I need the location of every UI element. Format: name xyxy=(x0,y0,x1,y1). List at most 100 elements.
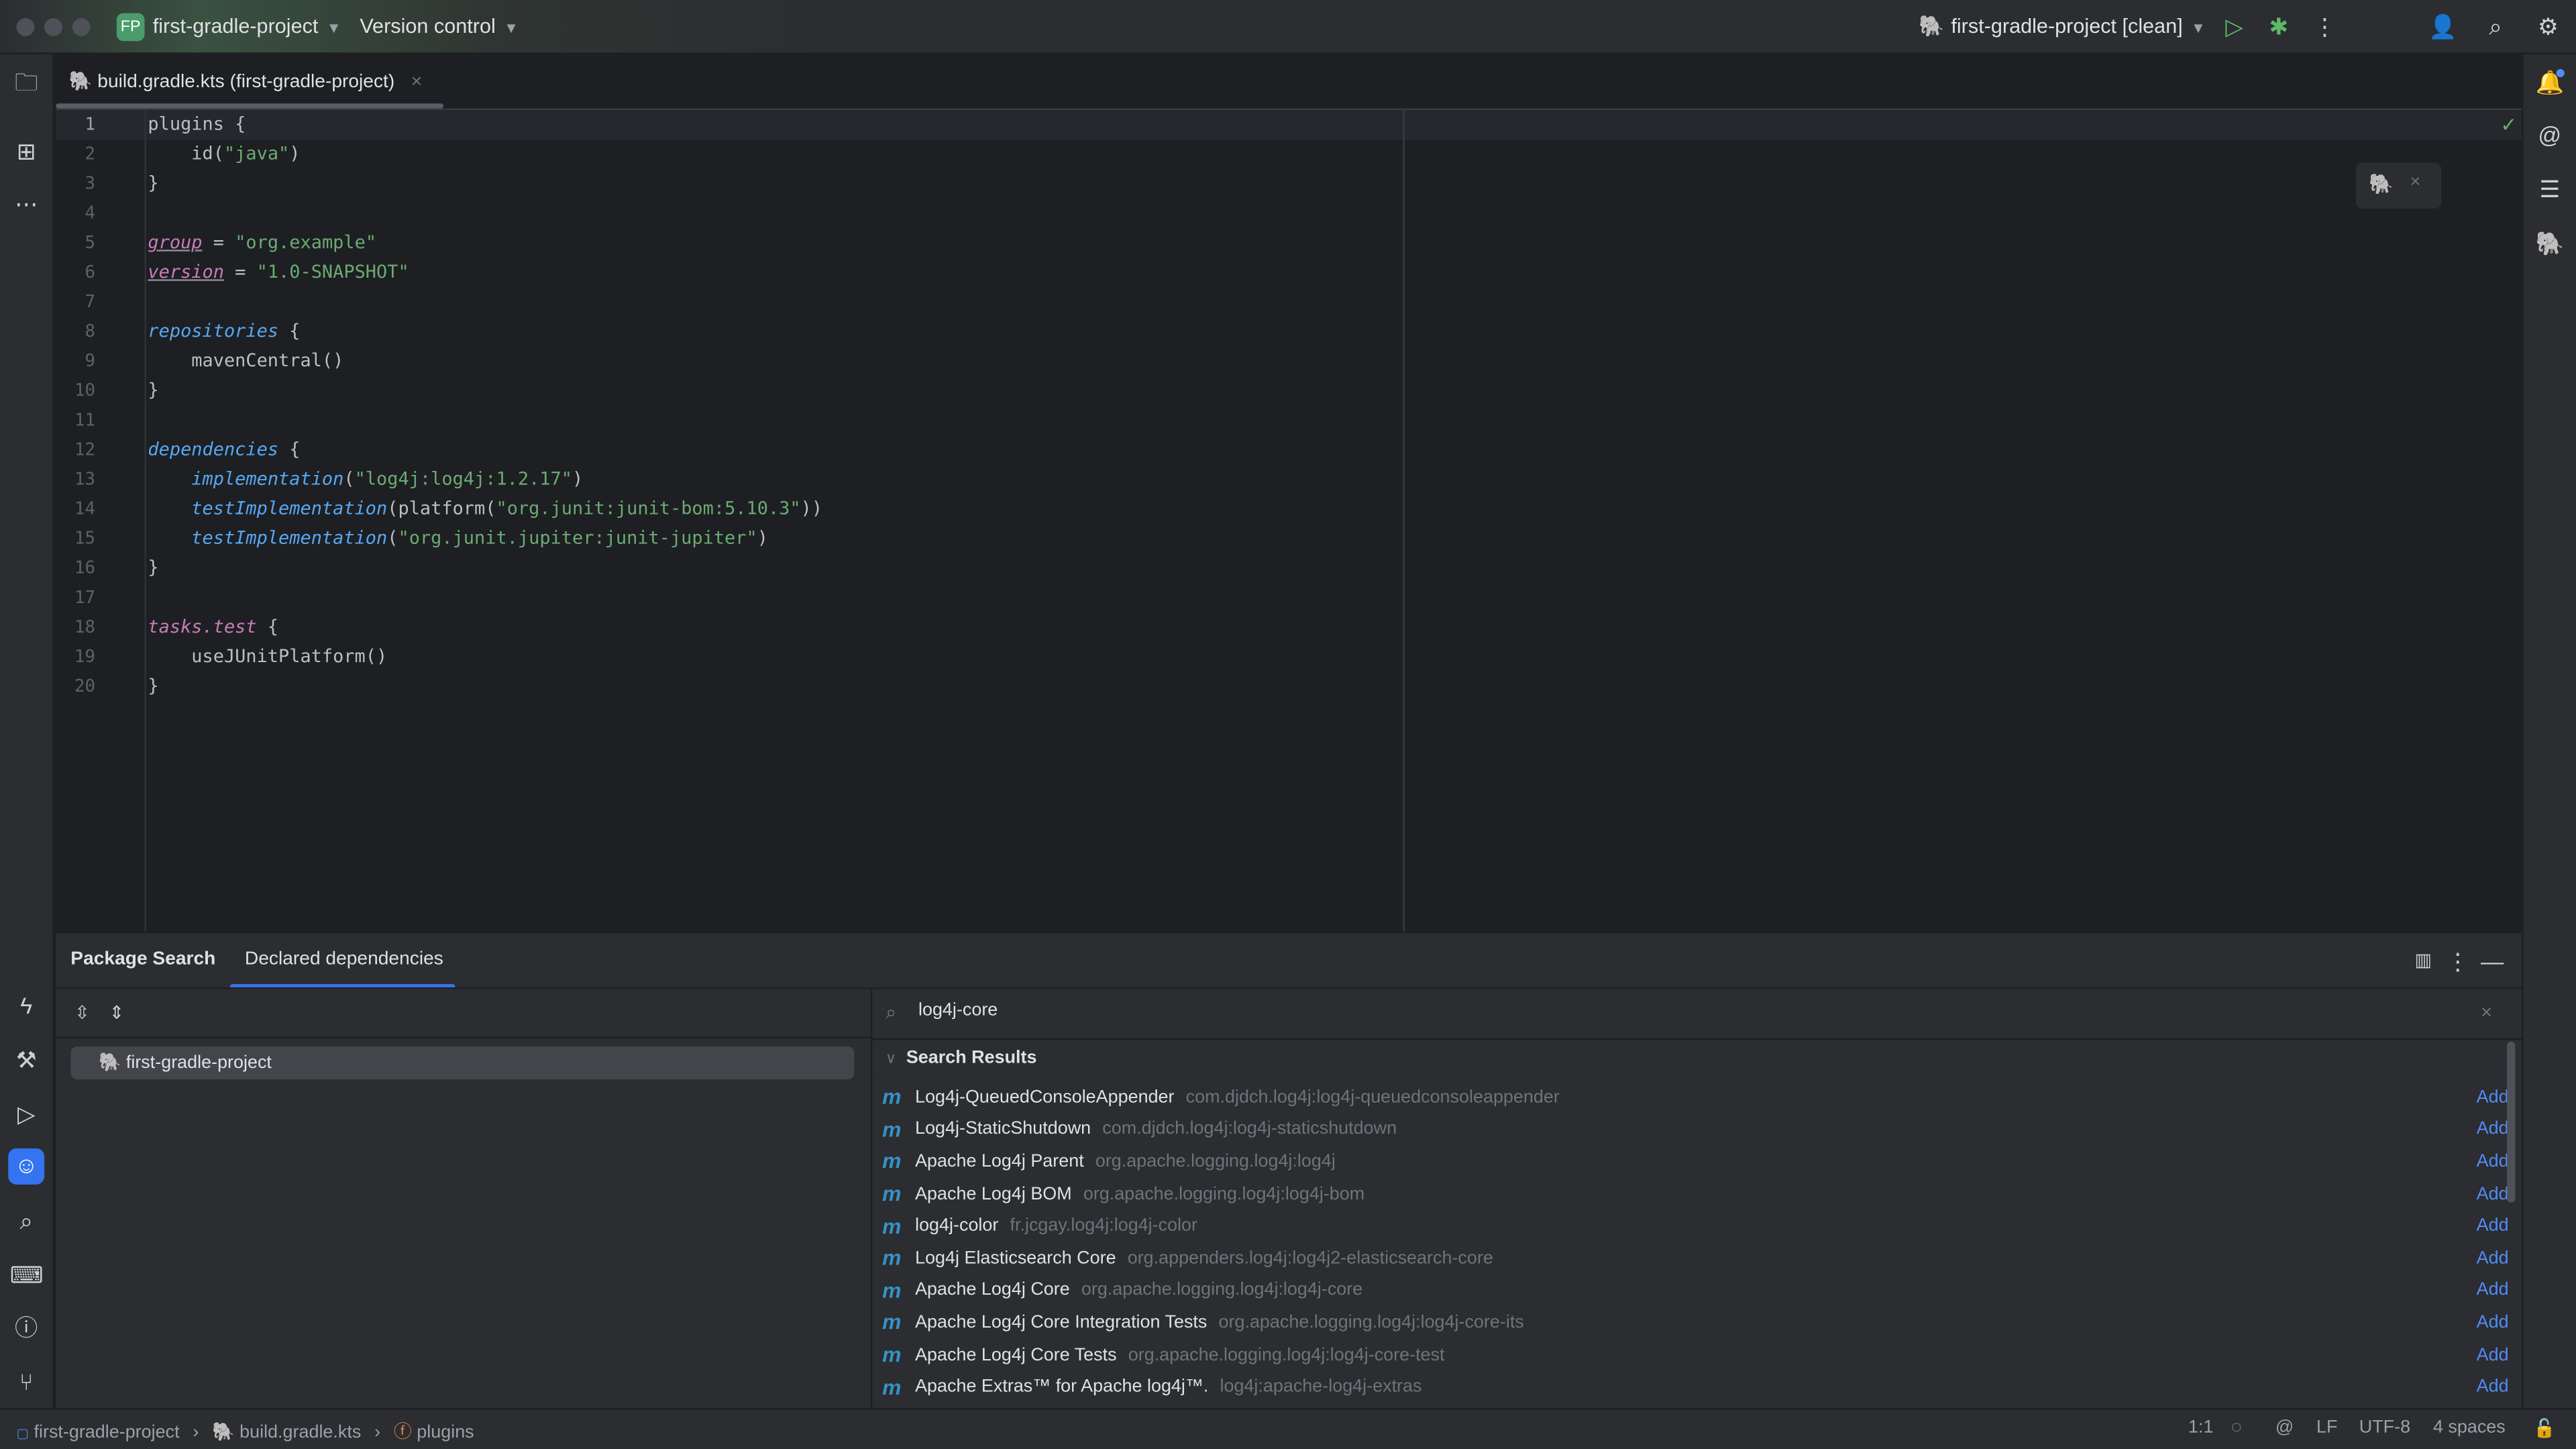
add-package-button[interactable]: Add xyxy=(2477,1184,2509,1203)
search-icon[interactable]: ⌕ xyxy=(2479,10,2512,43)
add-package-button[interactable]: Add xyxy=(2477,1377,2509,1397)
find-icon[interactable]: ⌕ xyxy=(10,1204,43,1237)
expand-all-icon[interactable]: ⇳ xyxy=(66,998,99,1030)
code-token: ) xyxy=(572,468,584,490)
hammer-icon[interactable]: ⚒ xyxy=(10,1043,43,1076)
file-encoding[interactable]: UTF-8 xyxy=(2359,1417,2410,1437)
inspection-icon[interactable]: ◌ xyxy=(2231,1417,2242,1437)
unlock-icon[interactable]: 🔓 xyxy=(2533,1417,2556,1439)
code-line: } xyxy=(148,557,158,578)
caret-position[interactable]: 1:1 xyxy=(2188,1417,2213,1437)
structure-icon[interactable]: ⊞ xyxy=(10,135,43,168)
services-icon[interactable]: ▷ xyxy=(10,1097,43,1130)
run-icon[interactable]: ▷ xyxy=(2218,10,2251,43)
gradle-icon: 🐘 xyxy=(1919,15,1945,38)
gear-icon[interactable]: ⚙ xyxy=(2532,10,2565,43)
layout-icon[interactable]: ▥ xyxy=(2407,945,2440,977)
package-name: Log4j-StaticShutdown xyxy=(915,1119,1091,1140)
code-line: tasks.test { xyxy=(148,616,278,637)
line-number: 1 xyxy=(85,115,96,135)
code-editor[interactable]: 1 plugins {2 id("java") 3} 4 5 group = "org.e… xyxy=(56,110,2522,932)
search-result-row[interactable]: m Log4j-StaticShutdown com.djdch.log4j:log… xyxy=(882,1113,2508,1145)
editor-tab-bar: 🐘 build.gradle.kts (first-gradle-project)… xyxy=(56,54,2522,111)
terminal-icon[interactable]: ⌨ xyxy=(10,1258,44,1291)
code-line: id("java") xyxy=(148,143,300,164)
code-token: dependencies xyxy=(148,438,279,460)
ai-assistant-icon[interactable]: @ xyxy=(2275,1417,2294,1437)
search-result-row[interactable]: m Apache Extras™ for Apache log4j™. log4j:… xyxy=(882,1371,2508,1403)
more-icon[interactable]: ⋮ xyxy=(2308,10,2341,43)
collapse-all-icon[interactable]: ⇕ xyxy=(100,998,133,1030)
git-icon[interactable]: ⑂ xyxy=(10,1365,43,1398)
breadcrumb-symbol[interactable]: plugins xyxy=(417,1423,474,1442)
gradle-icon[interactable]: 🐘 xyxy=(2533,227,2566,260)
search-result-row[interactable]: m Apache Log4j Core Tests org.apache.loggi… xyxy=(882,1338,2508,1371)
search-result-row[interactable]: m Log4j Elasticsearch Core org.appenders.l… xyxy=(882,1242,2508,1274)
chevron-right-icon: › xyxy=(374,1422,381,1443)
package-coordinates: org.appenders.log4j:log4j2-elasticsearch… xyxy=(1127,1248,1493,1269)
code-token: } xyxy=(148,379,159,401)
add-user-icon[interactable]: 👤 xyxy=(2426,10,2459,43)
window-minimize-button[interactable] xyxy=(44,17,63,36)
code-token: )) xyxy=(800,498,823,519)
minimize-icon[interactable]: — xyxy=(2476,945,2509,977)
search-result-row[interactable]: m Apache Log4j BOM org.apache.logging.log4… xyxy=(882,1177,2508,1210)
code-line: } xyxy=(148,380,158,401)
breadcrumb-project[interactable]: first-gradle-project xyxy=(34,1423,180,1442)
tab-package-search[interactable]: Package Search xyxy=(70,950,215,969)
package-coordinates: org.apache.logging.log4j:log4j-core xyxy=(1081,1280,1363,1301)
add-package-button[interactable]: Add xyxy=(2477,1087,2509,1107)
search-result-row[interactable]: m Apache Log4j Core Integration Tests org.… xyxy=(882,1306,2508,1338)
code-token: "org.example" xyxy=(235,231,377,254)
status-bar: ▢ first-gradle-project › 🐘 build.gradle.… xyxy=(0,1407,2576,1449)
project-selector[interactable]: first-gradle-project ▼ xyxy=(153,15,341,38)
run-config-selector[interactable]: 🐘 first-gradle-project [clean] ▼ xyxy=(1919,15,2205,40)
package-coordinates: fr.jcgay.log4j:log4j-color xyxy=(1010,1216,1198,1236)
package-search-icon[interactable]: ☺ xyxy=(8,1148,45,1185)
add-package-button[interactable]: Add xyxy=(2477,1281,2509,1300)
add-package-button[interactable]: Add xyxy=(2477,1216,2509,1236)
clear-search-icon[interactable]: × xyxy=(2481,1000,2492,1023)
tab-build-gradle[interactable]: 🐘 build.gradle.kts (first-gradle-project)… xyxy=(69,69,422,92)
close-icon[interactable]: × xyxy=(2410,172,2421,192)
ai-assistant-icon[interactable]: @ xyxy=(2533,118,2566,151)
lightning-icon[interactable]: ϟ xyxy=(10,989,43,1022)
search-results-header[interactable]: ∨ Search Results xyxy=(872,1040,2509,1077)
right-tool-strip: 🔔 @ ☰ 🐘 xyxy=(2522,54,2576,1408)
chevron-right-icon: › xyxy=(193,1422,199,1443)
more-icon[interactable]: ⋮ xyxy=(2441,945,2474,977)
breadcrumb-file[interactable]: build.gradle.kts xyxy=(239,1423,361,1442)
tab-scrollbar[interactable] xyxy=(56,103,444,109)
window-maximize-button[interactable] xyxy=(72,17,91,36)
code-token: plugins { xyxy=(148,113,246,135)
gradle-sync-icon[interactable]: 🐘 xyxy=(2369,172,2394,195)
search-result-row[interactable]: m Log4j-QueuedConsoleAppender com.djdch.lo… xyxy=(882,1081,2508,1113)
package-search-input[interactable] xyxy=(918,1000,2398,1020)
problems-icon[interactable]: ⓘ xyxy=(10,1311,43,1344)
database-icon[interactable]: ☰ xyxy=(2533,172,2566,205)
window-close-button[interactable] xyxy=(16,17,35,36)
add-package-button[interactable]: Add xyxy=(2477,1313,2509,1332)
add-package-button[interactable]: Add xyxy=(2477,1248,2509,1268)
search-result-row[interactable]: m log4j-color fr.jcgay.log4j:log4j-color Ad… xyxy=(882,1210,2508,1242)
maven-icon: m xyxy=(882,1085,902,1110)
line-separator[interactable]: LF xyxy=(2316,1417,2337,1437)
more-tools-icon[interactable]: ⋯ xyxy=(10,187,43,220)
results-scrollbar[interactable] xyxy=(2507,1041,2516,1203)
add-package-button[interactable]: Add xyxy=(2477,1120,2509,1139)
folder-icon[interactable]: 🗀 xyxy=(10,66,43,99)
code-token: "org.junit.jupiter:junit-jupiter" xyxy=(398,527,757,549)
add-package-button[interactable]: Add xyxy=(2477,1152,2509,1171)
add-package-button[interactable]: Add xyxy=(2477,1345,2509,1364)
search-result-row[interactable]: m Apache Log4j Parent org.apache.logging.l… xyxy=(882,1145,2508,1177)
module-item[interactable]: 🐘 first-gradle-project xyxy=(70,1046,855,1079)
debug-icon[interactable]: ✱ xyxy=(2262,10,2295,43)
code-token: = xyxy=(202,231,235,254)
code-line: useJUnitPlatform() xyxy=(148,645,387,667)
close-icon[interactable]: × xyxy=(411,72,422,92)
vcs-menu[interactable]: Version control ▼ xyxy=(360,15,519,38)
tab-declared-dependencies[interactable]: Declared dependencies xyxy=(245,950,443,969)
indent-setting[interactable]: 4 spaces xyxy=(2433,1417,2506,1437)
search-result-row[interactable]: m Apache Log4j Core org.apache.logging.log… xyxy=(882,1274,2508,1306)
